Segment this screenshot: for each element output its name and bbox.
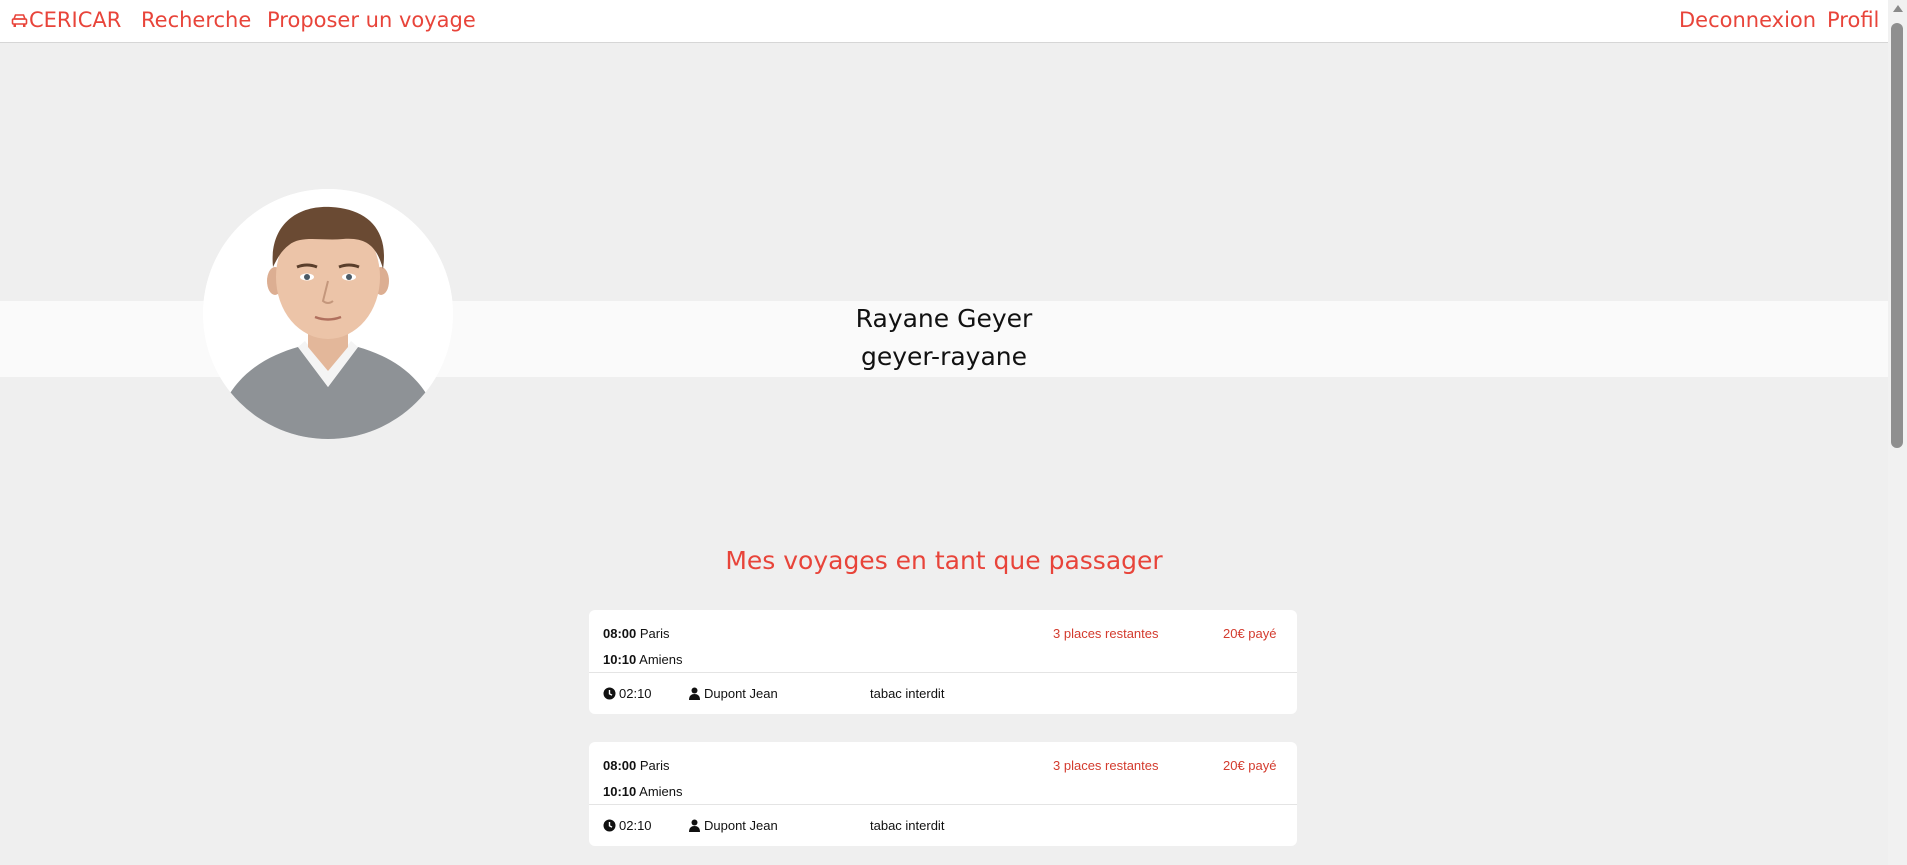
trip-duration: 02:10: [603, 686, 652, 701]
departure-city: Paris: [639, 758, 670, 773]
nav-search-link[interactable]: Recherche: [141, 8, 251, 32]
brand-name: CERICAR: [29, 8, 122, 32]
clock-icon: [603, 687, 616, 700]
trip-driver-name: Dupont Jean: [704, 686, 778, 701]
arrival-time: 10:10: [603, 784, 637, 799]
trip-seats-remaining: 3 places restantes: [1053, 758, 1159, 773]
trip-rule: tabac interdit: [870, 686, 945, 701]
car-icon: [11, 14, 28, 27]
top-navbar: CERICAR Recherche Proposer un voyage Dec…: [0, 0, 1888, 43]
arrival-city: Amiens: [639, 652, 683, 667]
trip-duration: 02:10: [603, 818, 652, 833]
nav-profile-link[interactable]: Profil: [1827, 8, 1879, 32]
clock-icon: [603, 819, 616, 832]
departure-time: 08:00: [603, 758, 637, 773]
trip-arrival: 10:10 Amiens: [603, 784, 683, 799]
trip-arrival: 10:10 Amiens: [603, 652, 683, 667]
arrival-time: 10:10: [603, 652, 637, 667]
trip-divider: [589, 672, 1297, 673]
page-scrollbar[interactable]: [1888, 0, 1907, 865]
avatar-portrait-image: [203, 189, 453, 439]
departure-city: Paris: [639, 626, 670, 641]
profile-avatar: [203, 189, 453, 439]
trip-seats-remaining: 3 places restantes: [1053, 626, 1159, 641]
trip-driver-name: Dupont Jean: [704, 818, 778, 833]
passenger-trips-heading: Mes voyages en tant que passager: [725, 546, 1163, 575]
trip-price: 20€ payé: [1223, 758, 1277, 773]
departure-time: 08:00: [603, 626, 637, 641]
scrollbar-thumb[interactable]: [1891, 23, 1903, 448]
trip-duration-value: 02:10: [619, 686, 652, 701]
user-icon: [689, 819, 700, 832]
trip-rule: tabac interdit: [870, 818, 945, 833]
trip-duration-value: 02:10: [619, 818, 652, 833]
trip-card[interactable]: 08:00 Paris 10:10 Amiens 3 places restan…: [589, 610, 1297, 714]
trip-driver: Dupont Jean: [688, 818, 778, 833]
trip-divider: [589, 804, 1297, 805]
trip-price: 20€ payé: [1223, 626, 1277, 641]
arrival-city: Amiens: [639, 784, 683, 799]
brand-logo-link[interactable]: CERICAR: [11, 8, 121, 32]
scroll-up-arrow-icon[interactable]: [1893, 5, 1903, 12]
trip-departure: 08:00 Paris: [603, 626, 670, 641]
user-icon: [689, 687, 700, 700]
nav-logout-link[interactable]: Deconnexion: [1679, 8, 1816, 32]
trip-card[interactable]: 08:00 Paris 10:10 Amiens 3 places restan…: [589, 742, 1297, 846]
trip-driver: Dupont Jean: [688, 686, 778, 701]
trip-departure: 08:00 Paris: [603, 758, 670, 773]
nav-propose-trip-link[interactable]: Proposer un voyage: [267, 8, 476, 32]
